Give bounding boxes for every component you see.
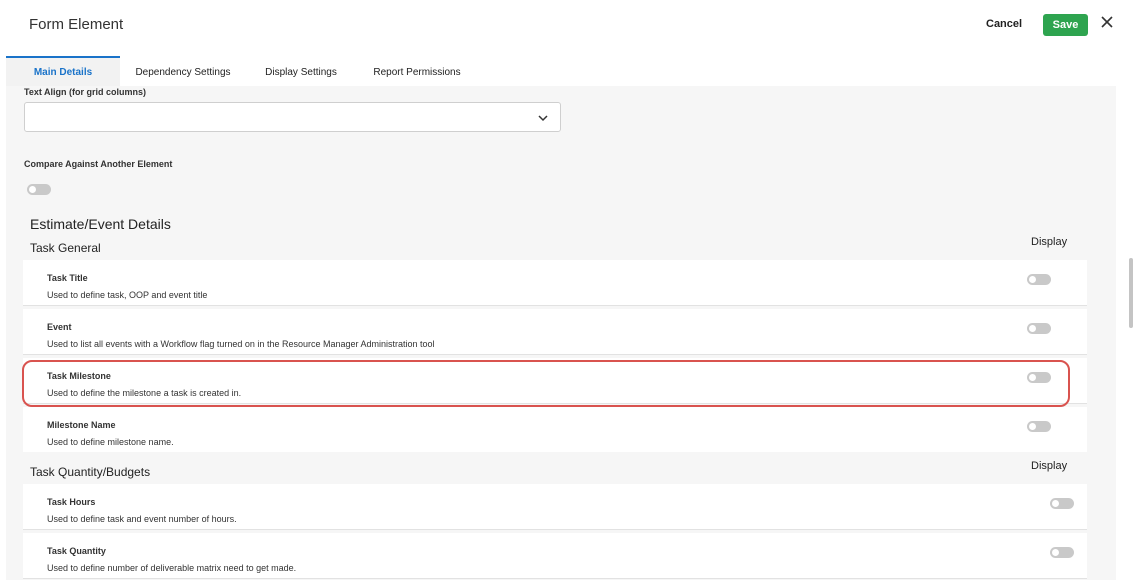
text-align-select[interactable] (24, 102, 561, 132)
tab-report-permissions[interactable]: Report Permissions (362, 58, 472, 86)
row-description: Used to define task and event number of … (47, 514, 237, 524)
list-item-event: Event Used to list all events with a Wor… (23, 309, 1087, 355)
compare-toggle[interactable] (27, 184, 51, 195)
list-item-milestone-name: Milestone Name Used to define milestone … (23, 407, 1087, 452)
display-column-label: Display (1031, 236, 1068, 248)
row-description: Used to define number of deliverable mat… (47, 563, 297, 573)
dialog-title: Form Element (29, 16, 124, 33)
row-description: Used to define task, OOP and event title (47, 290, 208, 300)
highlight-box (22, 360, 1070, 407)
display-column-label: Display (1031, 460, 1068, 472)
display-toggle[interactable] (1050, 547, 1074, 558)
section-title-estimate: Estimate/Event Details (30, 216, 171, 232)
row-name: Event (47, 322, 72, 332)
tab-bar: Main Details Dependency Settings Display… (6, 56, 1134, 86)
display-toggle[interactable] (1050, 498, 1074, 509)
chevron-down-icon (538, 115, 548, 122)
tab-dependency-settings[interactable]: Dependency Settings (124, 58, 242, 86)
list-item-task-title: Task Title Used to define task, OOP and … (23, 260, 1087, 306)
display-toggle[interactable] (1027, 323, 1051, 334)
scrollbar-thumb[interactable] (1129, 258, 1133, 328)
group-title-task-general: Task General (30, 241, 101, 255)
cancel-button[interactable]: Cancel (986, 18, 1022, 30)
row-description: Used to list all events with a Workflow … (47, 339, 435, 349)
list-item-task-quantity: Task Quantity Used to define number of d… (23, 533, 1087, 579)
row-description: Used to define milestone name. (47, 437, 174, 447)
group-title-task-quantity: Task Quantity/Budgets (30, 465, 151, 479)
text-align-label: Text Align (for grid columns) (24, 87, 146, 97)
display-toggle[interactable] (1027, 274, 1051, 285)
row-name: Task Quantity (47, 546, 106, 556)
dialog-header: Form Element Cancel Save (0, 0, 1134, 52)
row-name: Task Hours (47, 497, 96, 507)
close-icon[interactable] (1100, 15, 1114, 29)
tab-display-settings[interactable]: Display Settings (254, 58, 348, 86)
display-toggle[interactable] (1027, 421, 1051, 432)
tab-main-details[interactable]: Main Details (6, 56, 120, 86)
save-button[interactable]: Save (1043, 14, 1088, 36)
compare-label: Compare Against Another Element (24, 159, 173, 169)
row-name: Milestone Name (47, 420, 116, 430)
list-item-task-hours: Task Hours Used to define task and event… (23, 484, 1087, 530)
row-name: Task Title (47, 273, 88, 283)
